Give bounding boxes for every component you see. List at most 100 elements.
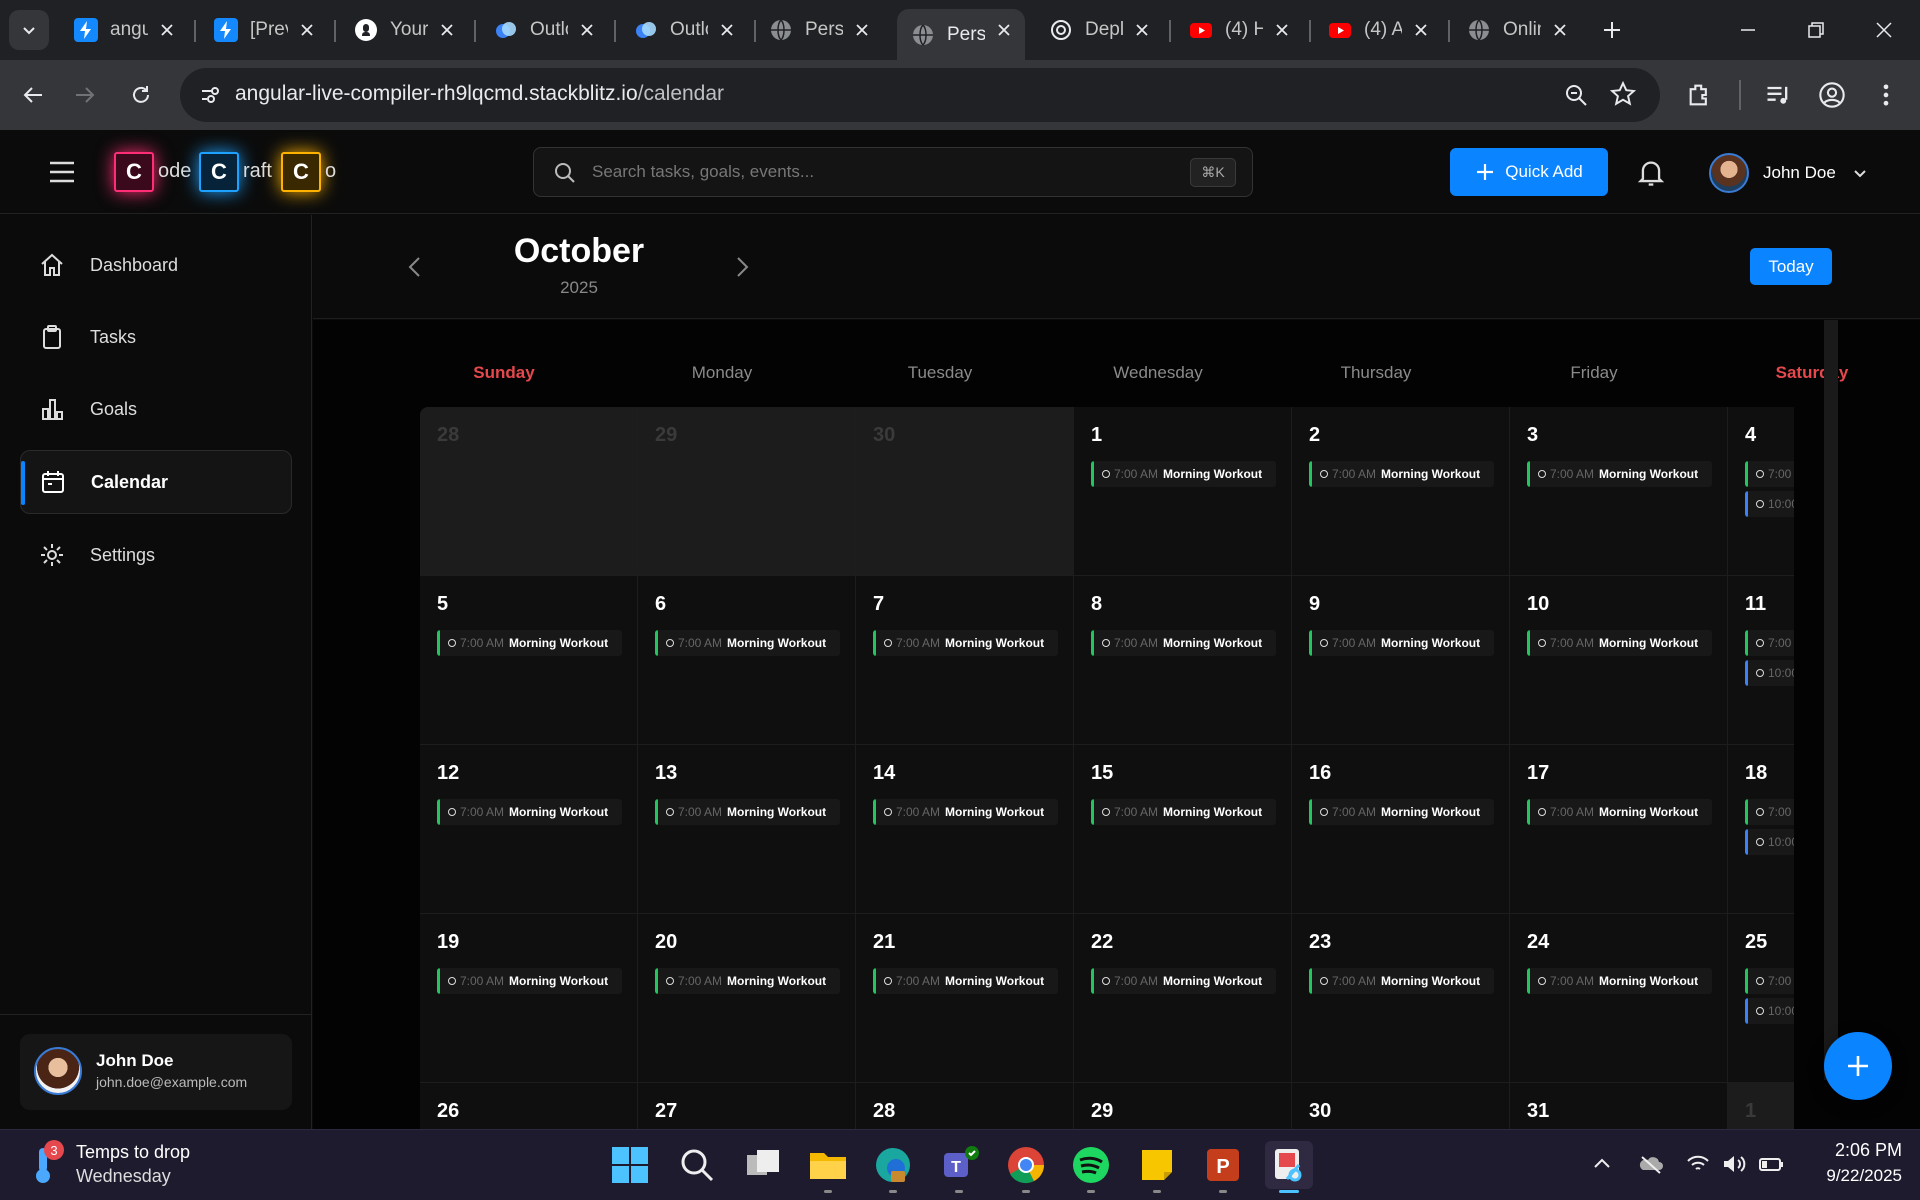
calendar-day-cell[interactable]: 12 7:00 AM Morning Workout	[420, 745, 638, 914]
calendar-day-cell[interactable]: 18 7:00 AMMorning Workout 10:00 AMMorning …	[1728, 745, 1794, 914]
tab-close-button[interactable]	[1549, 19, 1571, 41]
kebab-menu-icon[interactable]	[1872, 81, 1900, 109]
calendar-event[interactable]: 7:00 AMMorning Workout	[873, 630, 1058, 656]
calendar-day-cell[interactable]: 22 7:00 AM Morning Workout	[1074, 914, 1292, 1083]
forward-button[interactable]	[64, 74, 106, 116]
browser-tab[interactable]: Online	[1453, 9, 1581, 51]
tab-close-button[interactable]	[1271, 19, 1293, 41]
tab-close-button[interactable]	[851, 19, 873, 41]
user-menu[interactable]: John Doe	[1709, 151, 1868, 195]
calendar-event[interactable]: 7:00 AMMorning Workout	[437, 799, 622, 825]
calendar-day-cell[interactable]: 19 7:00 AM Morning Workout	[420, 914, 638, 1083]
hamburger-menu-icon[interactable]	[48, 159, 76, 185]
restore-button[interactable]	[1796, 10, 1836, 50]
calendar-event[interactable]: 7:00 AMMorning Workout	[1091, 799, 1276, 825]
sidebar-item-calendar[interactable]: Calendar	[20, 450, 292, 514]
calendar-event[interactable]: 7:00 AMMorning Workout	[655, 630, 840, 656]
taskbar-app-file-explorer[interactable]	[804, 1141, 852, 1193]
address-bar[interactable]: angular-live-compiler-rh9lqcmd.stackblit…	[180, 68, 1660, 122]
calendar-day-cell[interactable]: 20 7:00 AM Morning Workout	[638, 914, 856, 1083]
calendar-day-cell[interactable]: 9 7:00 AM Morning Workout	[1292, 576, 1510, 745]
calendar-day-cell[interactable]: 23 7:00 AM Morning Workout	[1292, 914, 1510, 1083]
calendar-event[interactable]: 7:00 AMMorning Workout	[1745, 461, 1794, 487]
browser-tab[interactable]: Outlook	[620, 9, 748, 51]
taskbar-app-chrome[interactable]	[1002, 1141, 1050, 1193]
extensions-icon[interactable]	[1686, 81, 1714, 109]
next-month-icon[interactable]	[732, 255, 752, 279]
back-button[interactable]	[12, 74, 54, 116]
calendar-event[interactable]: 7:00 AMMorning Workout	[655, 968, 840, 994]
tab-close-button[interactable]	[1410, 19, 1432, 41]
bell-icon[interactable]	[1637, 158, 1665, 188]
search-input[interactable]: Search tasks, goals, events... ⌘K	[533, 147, 1253, 197]
taskbar-app-start[interactable]	[606, 1141, 654, 1189]
calendar-day-cell[interactable]: 5 7:00 AM Morning Workout	[420, 576, 638, 745]
calendar-day-cell[interactable]: 317:00 AMMorning Workout	[1510, 1083, 1728, 1129]
calendar-day-cell[interactable]: 11 7:00 AMMorning Workout 10:00 AMMorning …	[1728, 576, 1794, 745]
calendar-event[interactable]: 7:00 AMMorning Workout	[1527, 968, 1712, 994]
calendar-event[interactable]: 7:00 AMMorning Workout	[655, 799, 840, 825]
browser-tab[interactable]: Outlook	[480, 9, 608, 51]
calendar-day-cell[interactable]: 2 7:00 AM Morning Workout	[1292, 407, 1510, 576]
calendar-event[interactable]: 7:00 AMMorning Workout	[437, 968, 622, 994]
calendar-event[interactable]: 7:00 AMMorning Workout	[1309, 968, 1494, 994]
calendar-day-cell[interactable]: 267:00 AMMorning Workout	[420, 1083, 638, 1129]
calendar-day-cell[interactable]: 21 7:00 AM Morning Workout	[856, 914, 1074, 1083]
tab-close-button[interactable]	[716, 19, 738, 41]
calendar-day-cell[interactable]: 7 7:00 AM Morning Workout	[856, 576, 1074, 745]
calendar-day-cell[interactable]: 25 7:00 AMMorning Workout 10:00 AMMorning …	[1728, 914, 1794, 1083]
close-window-button[interactable]	[1864, 10, 1904, 50]
calendar-event[interactable]: 7:00 AMMorning Workout	[1309, 461, 1494, 487]
tab-close-button[interactable]	[156, 19, 178, 41]
taskbar-app-search[interactable]	[673, 1141, 721, 1189]
browser-tab[interactable]: angular-live-compiler	[60, 9, 188, 51]
calendar-event[interactable]: 10:00 AMMorning Workout	[1745, 829, 1794, 855]
calendar-event[interactable]: 7:00 AMMorning Workout	[1091, 968, 1276, 994]
media-control-icon[interactable]	[1764, 81, 1792, 109]
battery-icon[interactable]	[1756, 1149, 1786, 1179]
calendar-event[interactable]: 7:00 AMMorning Workout	[437, 630, 622, 656]
browser-tab[interactable]: Personal	[755, 9, 883, 51]
calendar-day-cell[interactable]: 29	[638, 407, 856, 576]
calendar-day-cell[interactable]: 1 7:00 AM Morning Workout	[1074, 407, 1292, 576]
calendar-event[interactable]: 7:00 AMMorning Workout	[1527, 461, 1712, 487]
new-tab-button[interactable]	[1592, 10, 1632, 50]
calendar-event[interactable]: 10:00 AMMorning Workout	[1745, 491, 1794, 517]
site-info-icon[interactable]	[199, 84, 221, 106]
calendar-day-cell[interactable]: 4 7:00 AMMorning Workout 10:00 AMMorning W…	[1728, 407, 1794, 576]
calendar-day-cell[interactable]: 16 7:00 AM Morning Workout	[1292, 745, 1510, 914]
sidebar-item-tasks[interactable]: Tasks	[20, 305, 292, 369]
sidebar-user-card[interactable]: John Doe john.doe@example.com	[20, 1034, 292, 1110]
bookmark-star-icon[interactable]	[1610, 81, 1636, 107]
minimize-button[interactable]	[1728, 10, 1768, 50]
calendar-event[interactable]: 7:00 AMMorning Workout	[1309, 799, 1494, 825]
calendar-day-cell[interactable]: 297:00 AMMorning Workout	[1074, 1083, 1292, 1129]
tab-search-button[interactable]	[9, 10, 49, 50]
taskbar-app-snipping-tool[interactable]	[1265, 1141, 1313, 1193]
add-event-fab[interactable]	[1824, 1032, 1892, 1100]
taskbar-app-teams[interactable]: T	[935, 1141, 983, 1193]
taskbar-app-task-view[interactable]	[739, 1141, 787, 1189]
sidebar-item-settings[interactable]: Settings	[20, 523, 292, 587]
calendar-day-cell[interactable]: 3 7:00 AM Morning Workout	[1510, 407, 1728, 576]
reload-button[interactable]	[120, 74, 162, 116]
browser-tab[interactable]: [Preview]	[200, 9, 328, 51]
browser-tab[interactable]: Your repositories	[340, 9, 468, 51]
calendar-event[interactable]: 7:00 AMMorning Workout	[1745, 968, 1794, 994]
onedrive-icon[interactable]	[1636, 1149, 1666, 1179]
sidebar-item-goals[interactable]: Goals	[20, 377, 292, 441]
calendar-event[interactable]: 7:00 AMMorning Workout	[1745, 799, 1794, 825]
quick-add-button[interactable]: Quick Add	[1450, 148, 1608, 196]
calendar-event[interactable]: 7:00 AMMorning Workout	[873, 968, 1058, 994]
calendar-event[interactable]: 10:00 AMMorning Workout	[1745, 660, 1794, 686]
calendar-event[interactable]: 7:00 AMMorning Workout	[873, 799, 1058, 825]
taskbar-app-powerpoint[interactable]: P	[1199, 1141, 1247, 1193]
volume-icon[interactable]	[1719, 1149, 1749, 1179]
calendar-event[interactable]: 7:00 AMMorning Workout	[1309, 630, 1494, 656]
tab-close-button[interactable]	[436, 19, 458, 41]
taskbar-app-edge[interactable]	[869, 1141, 917, 1193]
chevron-up-icon[interactable]	[1587, 1149, 1617, 1179]
calendar-event[interactable]: 7:00 AMMorning Workout	[1527, 799, 1712, 825]
calendar-day-cell[interactable]: 8 7:00 AM Morning Workout	[1074, 576, 1292, 745]
clock[interactable]: 2:06 PM 9/22/2025	[1790, 1140, 1902, 1186]
